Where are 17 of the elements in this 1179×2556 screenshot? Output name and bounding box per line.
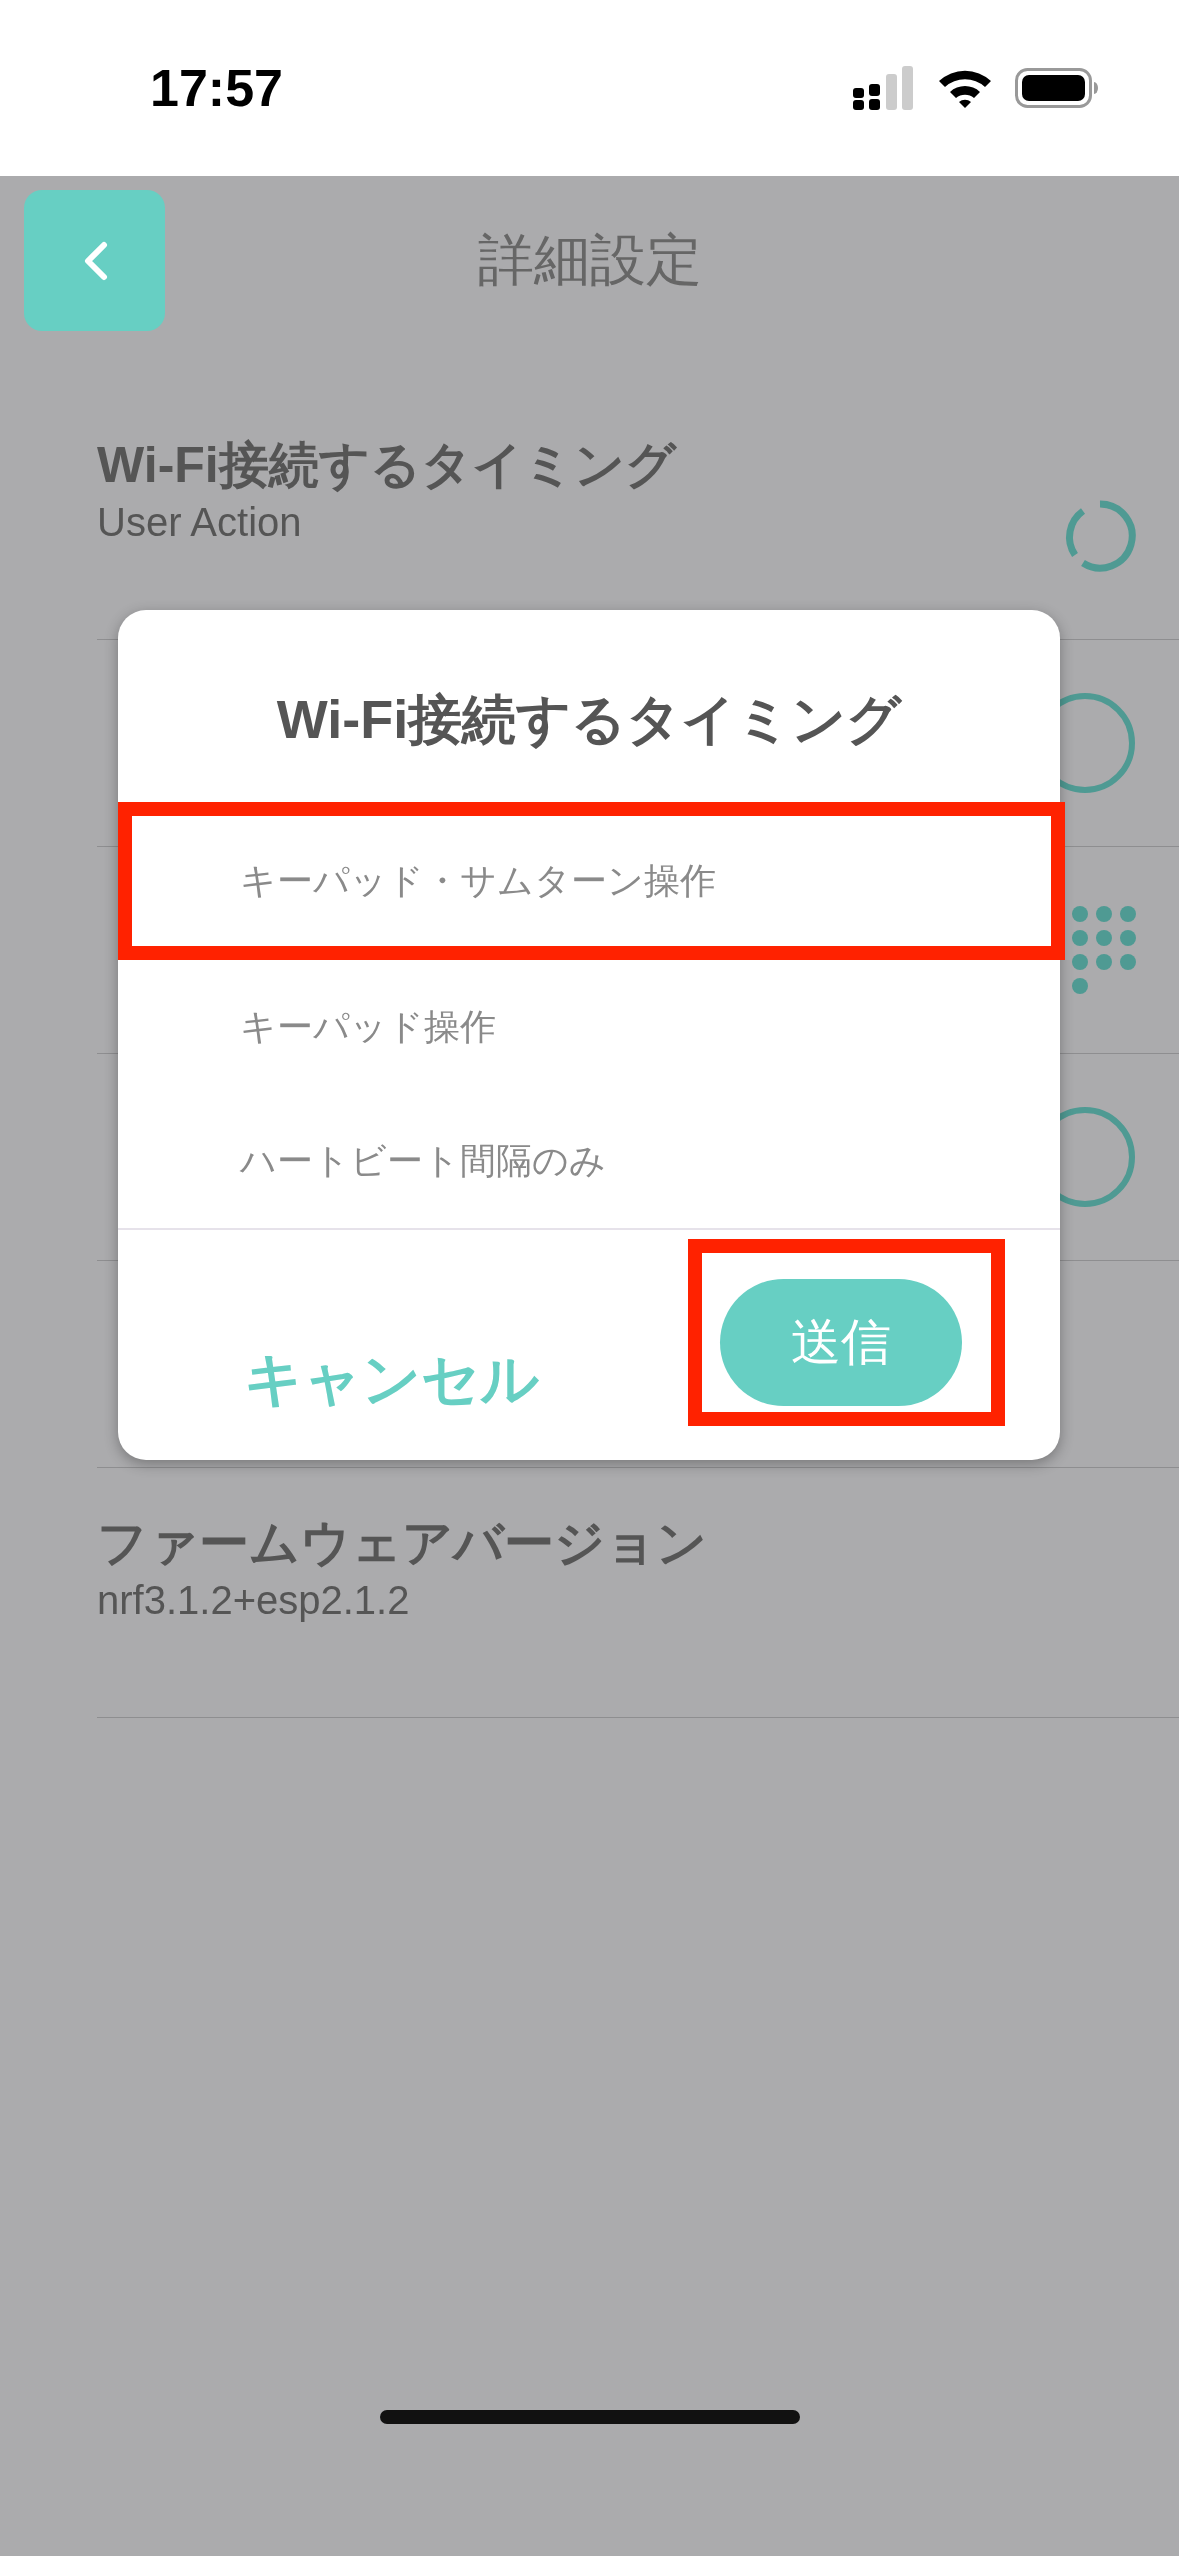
loading-icon [1063,499,1137,573]
keypad-icon [1071,905,1137,995]
dialog-option[interactable]: キーパッド・サムターン操作 [118,802,1060,960]
battery-icon [1015,68,1099,108]
dialog-option[interactable]: ハートビート間隔のみ [118,1094,1060,1228]
send-button[interactable]: 送信 [720,1278,962,1406]
page-title: 詳細設定 [477,227,702,293]
setting-value: nrf3.1.2+esp2.1.2 [97,1577,410,1624]
signal-icon [853,66,915,110]
setting-title: ファームウェアバージョン [97,1514,707,1573]
setting-value: User Action [97,499,302,546]
dialog-option[interactable]: キーパッド操作 [118,960,1060,1094]
setting-title: Wi-Fi接続するタイミング [97,436,676,495]
back-button[interactable] [24,190,165,331]
cancel-button[interactable]: キャンセル [244,1341,539,1419]
status-time: 17:57 [150,58,283,118]
dialog-title: Wi-Fi接続するタイミング [276,688,902,751]
